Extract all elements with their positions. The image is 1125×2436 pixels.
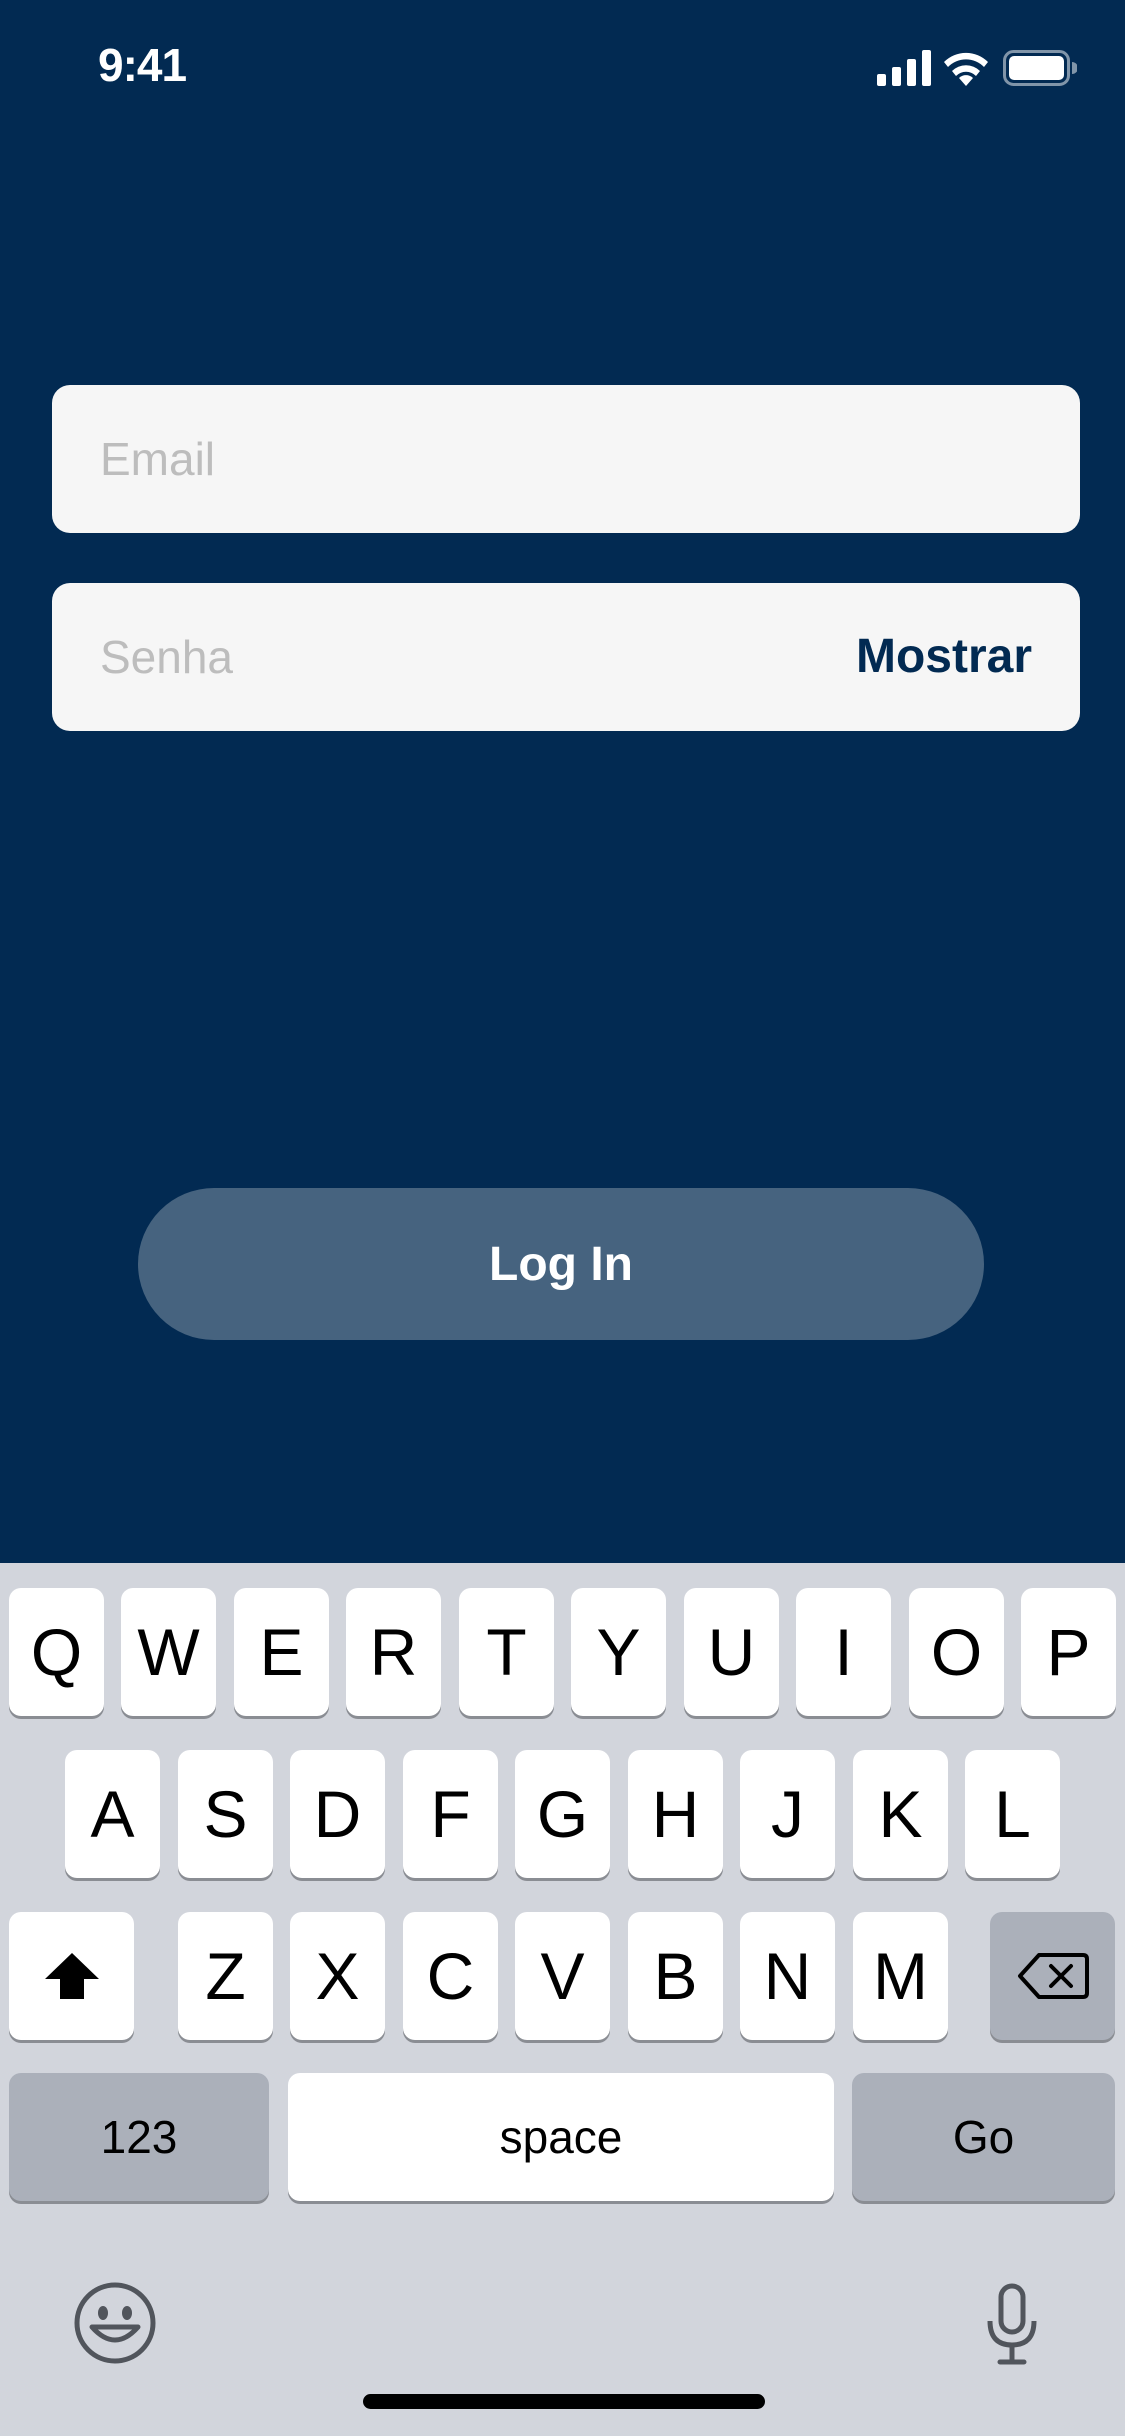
key-u[interactable]: U: [684, 1588, 779, 1716]
space-key[interactable]: space: [288, 2073, 834, 2201]
key-r[interactable]: R: [346, 1588, 441, 1716]
show-password-button[interactable]: Mostrar: [856, 583, 1032, 731]
key-x[interactable]: X: [290, 1912, 385, 2040]
shift-key[interactable]: [9, 1912, 134, 2040]
key-y[interactable]: Y: [571, 1588, 666, 1716]
wifi-icon: [944, 52, 988, 86]
delete-icon: [1017, 1953, 1089, 1999]
key-g[interactable]: G: [515, 1750, 610, 1878]
key-a[interactable]: A: [65, 1750, 160, 1878]
key-b[interactable]: B: [628, 1912, 723, 2040]
key-s[interactable]: S: [178, 1750, 273, 1878]
key-q[interactable]: Q: [9, 1588, 104, 1716]
battery-icon: [1003, 50, 1077, 86]
key-f[interactable]: F: [403, 1750, 498, 1878]
home-indicator: [363, 2394, 765, 2409]
email-input[interactable]: [100, 385, 860, 533]
key-j[interactable]: J: [740, 1750, 835, 1878]
status-bar: 9:41: [0, 0, 1125, 135]
email-field[interactable]: [52, 385, 1080, 533]
key-k[interactable]: K: [853, 1750, 948, 1878]
microphone-icon[interactable]: [984, 2283, 1040, 2367]
keyboard: Q W E R T Y U I O P A S D F G H J K L Z …: [0, 1563, 1125, 2436]
key-i[interactable]: I: [796, 1588, 891, 1716]
key-e[interactable]: E: [234, 1588, 329, 1716]
login-button[interactable]: Log In: [138, 1188, 984, 1340]
delete-key[interactable]: [990, 1912, 1115, 2040]
key-p[interactable]: P: [1021, 1588, 1116, 1716]
key-n[interactable]: N: [740, 1912, 835, 2040]
password-field[interactable]: Mostrar: [52, 583, 1080, 731]
key-h[interactable]: H: [628, 1750, 723, 1878]
key-v[interactable]: V: [515, 1912, 610, 2040]
key-d[interactable]: D: [290, 1750, 385, 1878]
key-m[interactable]: M: [853, 1912, 948, 2040]
emoji-icon[interactable]: [73, 2281, 157, 2365]
key-o[interactable]: O: [909, 1588, 1004, 1716]
key-w[interactable]: W: [121, 1588, 216, 1716]
key-c[interactable]: C: [403, 1912, 498, 2040]
shift-icon: [44, 1953, 99, 1999]
cellular-signal-icon: [877, 50, 931, 86]
numbers-key[interactable]: 123: [9, 2073, 269, 2201]
key-t[interactable]: T: [459, 1588, 554, 1716]
go-key[interactable]: Go: [852, 2073, 1115, 2201]
key-z[interactable]: Z: [178, 1912, 273, 2040]
password-input[interactable]: [100, 583, 860, 731]
status-time: 9:41: [98, 39, 187, 91]
key-l[interactable]: L: [965, 1750, 1060, 1878]
